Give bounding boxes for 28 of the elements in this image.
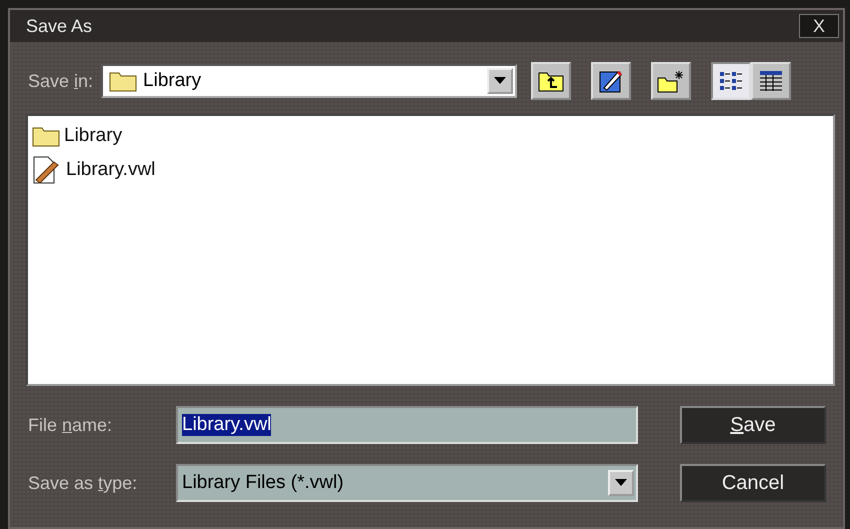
file-name-label: File name: — [28, 414, 112, 434]
caret-icon — [494, 77, 506, 85]
folder-icon — [109, 70, 138, 92]
dropdown-button[interactable] — [608, 470, 634, 496]
dropdown-button[interactable] — [487, 68, 514, 94]
file-name-field[interactable]: Library.vwl — [176, 406, 638, 444]
save-as-type-dropdown[interactable]: Library Files (*.vwl) — [176, 464, 638, 502]
folder-icon — [32, 125, 60, 147]
list-view-icon — [718, 70, 744, 92]
file-item[interactable]: Library.vwl — [32, 154, 829, 186]
folder-up-icon — [538, 70, 564, 92]
save-button[interactable]: Save — [680, 406, 826, 444]
toolbar-button[interactable] — [711, 62, 752, 100]
file-item[interactable]: Library — [32, 120, 829, 152]
caret-icon — [615, 479, 627, 487]
new-folder-icon — [657, 69, 686, 93]
toolbar-button[interactable] — [751, 62, 792, 100]
save-in-dropdown[interactable]: Library — [101, 64, 518, 98]
cancel-button[interactable]: Cancel — [680, 464, 826, 502]
save-as-type-label: Save as type: — [28, 472, 138, 492]
pencil-icon — [598, 68, 624, 94]
save-in-label: Save in: — [28, 70, 94, 92]
toolbar-button[interactable] — [591, 62, 632, 100]
window-title: Save As — [26, 16, 92, 36]
details-view-icon — [758, 69, 784, 93]
close-button[interactable]: X — [799, 14, 839, 38]
toolbar-button[interactable] — [651, 62, 692, 100]
toolbar-button[interactable] — [531, 62, 572, 100]
